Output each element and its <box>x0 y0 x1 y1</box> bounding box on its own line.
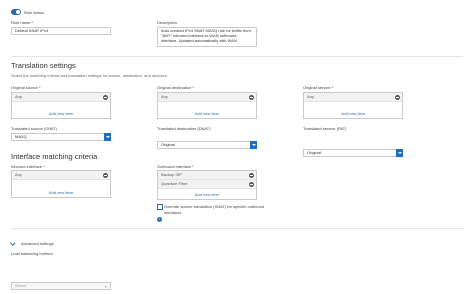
inbound-interface-label: Inbound interface * <box>11 164 45 169</box>
divider <box>11 56 463 57</box>
add-new-item-link[interactable]: Add new item <box>12 111 110 116</box>
add-new-item-link[interactable]: Add new item <box>158 192 256 197</box>
dropdown-arrow-icon <box>105 285 107 288</box>
original-source-list: Any Add new item <box>11 92 111 119</box>
original-service-label: Original service * <box>303 85 334 90</box>
add-new-item-link[interactable]: Add new item <box>304 111 402 116</box>
translation-settings-title: Translation settings <box>11 61 76 70</box>
translated-service-label: Translated service (PAT) <box>303 126 347 131</box>
remove-icon[interactable] <box>395 94 400 100</box>
translated-source-value: MASQ <box>15 134 27 139</box>
dropdown-arrow-icon[interactable] <box>104 133 111 141</box>
remove-icon[interactable] <box>103 94 108 100</box>
chevron-down-icon <box>10 240 16 246</box>
inbound-interface-list: Any Add new item <box>11 170 111 198</box>
rule-name-label: Rule name * <box>11 20 34 25</box>
translation-settings-help: Select the matching criteria and transla… <box>11 73 168 78</box>
add-new-item-link[interactable]: Add new item <box>158 111 256 116</box>
interface-matching-title: Interface matching criteria <box>11 152 98 161</box>
translated-destination-select[interactable]: Original <box>157 141 257 149</box>
outbound-interface-list: Backup ISP Quantum Fiber Add new item <box>157 170 257 200</box>
toggle-icon <box>16 10 20 14</box>
rule-status-toggle[interactable] <box>11 9 21 15</box>
list-item: Any <box>304 93 402 102</box>
advanced-settings-title: Advanced settings <box>21 241 54 246</box>
add-new-item-link[interactable]: Add new item <box>12 190 110 195</box>
original-destination-list: Any Add new item <box>157 92 257 119</box>
dropdown-arrow-icon[interactable] <box>250 141 257 149</box>
override-snat-label: Override source translation (SNAT) for s… <box>164 204 265 215</box>
translated-service-select[interactable]: Original <box>303 149 403 157</box>
rule-name-input[interactable]: Default SNAT IPv4 <box>11 27 111 35</box>
remove-icon[interactable] <box>249 181 254 187</box>
original-source-label: Original source * <box>11 85 41 90</box>
advanced-settings-toggle[interactable]: Advanced settings <box>10 240 81 247</box>
remove-icon[interactable] <box>103 172 108 178</box>
rule-status-label: Rule status <box>24 10 45 15</box>
load-balancing-select[interactable]: Select <box>11 282 111 290</box>
dropdown-arrow-icon[interactable] <box>396 149 403 157</box>
load-balancing-label: Load balancing method <box>11 251 53 256</box>
list-item: Any <box>12 171 110 180</box>
list-item: Quantum Fiber <box>158 180 256 189</box>
translated-source-label: Translated source (SNAT) <box>11 126 58 131</box>
remove-icon[interactable] <box>249 94 254 100</box>
translated-source-select[interactable]: MASQ <box>11 133 111 141</box>
list-item: Any <box>158 93 256 102</box>
list-item: Any <box>12 93 110 102</box>
translated-destination-value: Original <box>161 142 175 147</box>
divider <box>11 228 463 229</box>
original-service-list: Any Add new item <box>303 92 403 119</box>
info-icon[interactable]: i <box>157 217 162 222</box>
translated-destination-label: Translated destination (DNAT) <box>157 126 211 131</box>
description-textarea[interactable]: Auto-created IPv4 SNAT MASQ rule for tra… <box>157 27 257 47</box>
list-item: Backup ISP <box>158 171 256 180</box>
translated-service-value: Original <box>307 150 321 155</box>
remove-icon[interactable] <box>249 172 254 178</box>
original-destination-label: Original destination * <box>157 85 194 90</box>
load-balancing-value: Select <box>15 283 27 288</box>
outbound-interface-label: Outbound interface * <box>157 164 194 169</box>
description-label: Description <box>157 20 178 25</box>
override-snat-checkbox[interactable] <box>157 204 163 210</box>
